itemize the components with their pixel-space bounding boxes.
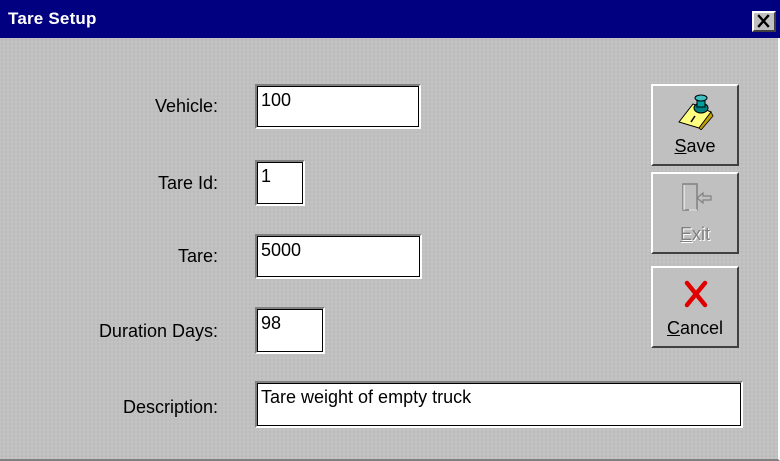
tare-field[interactable]: 5000: [255, 234, 422, 279]
red-x-icon: [684, 280, 708, 308]
tare-id-value: 1: [261, 166, 272, 186]
tare-label: Tare:: [177, 246, 218, 266]
cancel-label-rest: ancel: [679, 318, 724, 338]
tare-value: 5000: [261, 240, 302, 260]
vehicle-field[interactable]: 100: [255, 84, 421, 129]
title-bar[interactable]: Tare Setup: [0, 0, 780, 38]
save-button[interactable]: Save: [651, 84, 739, 166]
dialog-body: Vehicle: 100 Tare Id: 1 Tare: 5000 Durat…: [0, 38, 778, 459]
description-value: Tare weight of empty truck: [261, 387, 472, 407]
save-label: Save: [653, 136, 737, 157]
close-icon: [757, 14, 770, 28]
vehicle-label: Vehicle:: [154, 96, 218, 116]
description-field[interactable]: Tare weight of empty truck: [255, 381, 743, 428]
exit-mnemonic: E: [679, 224, 692, 244]
exit-label: Exit: [653, 224, 737, 245]
pushpin-icon: [678, 94, 714, 130]
description-label: Description:: [122, 397, 218, 417]
save-label-rest: ave: [686, 136, 716, 156]
tare-id-field[interactable]: 1: [255, 160, 305, 206]
cancel-label: Cancel: [653, 318, 737, 339]
duration-days-value: 98: [261, 313, 282, 333]
cancel-mnemonic: C: [666, 318, 680, 338]
duration-days-label: Duration Days:: [98, 321, 218, 341]
tare-id-label: Tare Id:: [157, 173, 218, 193]
exit-button[interactable]: Exit: [651, 172, 739, 254]
tare-setup-window: Tare Setup Vehicle: 100 Tare Id: 1 Tare:…: [0, 0, 780, 461]
close-button[interactable]: [752, 11, 776, 32]
cancel-button[interactable]: Cancel: [651, 266, 739, 348]
window-title: Tare Setup: [8, 9, 97, 28]
exit-label-rest: xit: [692, 224, 710, 244]
exit-door-icon: [682, 183, 712, 211]
save-mnemonic: S: [674, 136, 687, 156]
vehicle-value: 100: [261, 90, 292, 110]
duration-days-field[interactable]: 98: [255, 307, 325, 354]
